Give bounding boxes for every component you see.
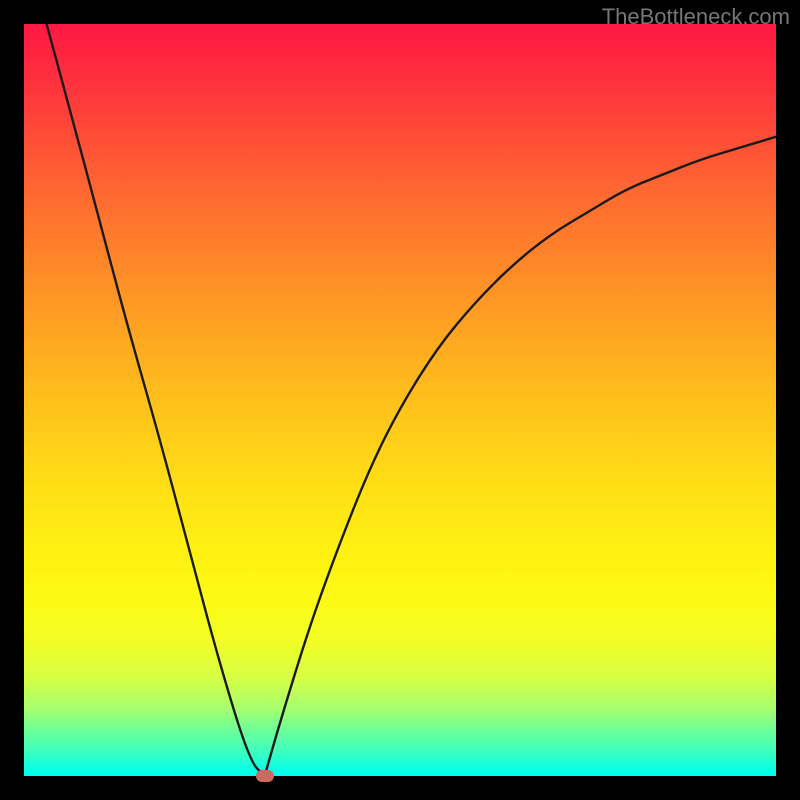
chart-container: TheBottleneck.com — [0, 0, 800, 800]
curve-svg — [24, 24, 776, 776]
minimum-marker — [256, 770, 274, 782]
watermark-text: TheBottleneck.com — [602, 4, 790, 30]
plot-area — [24, 24, 776, 776]
bottleneck-curve — [47, 24, 776, 776]
